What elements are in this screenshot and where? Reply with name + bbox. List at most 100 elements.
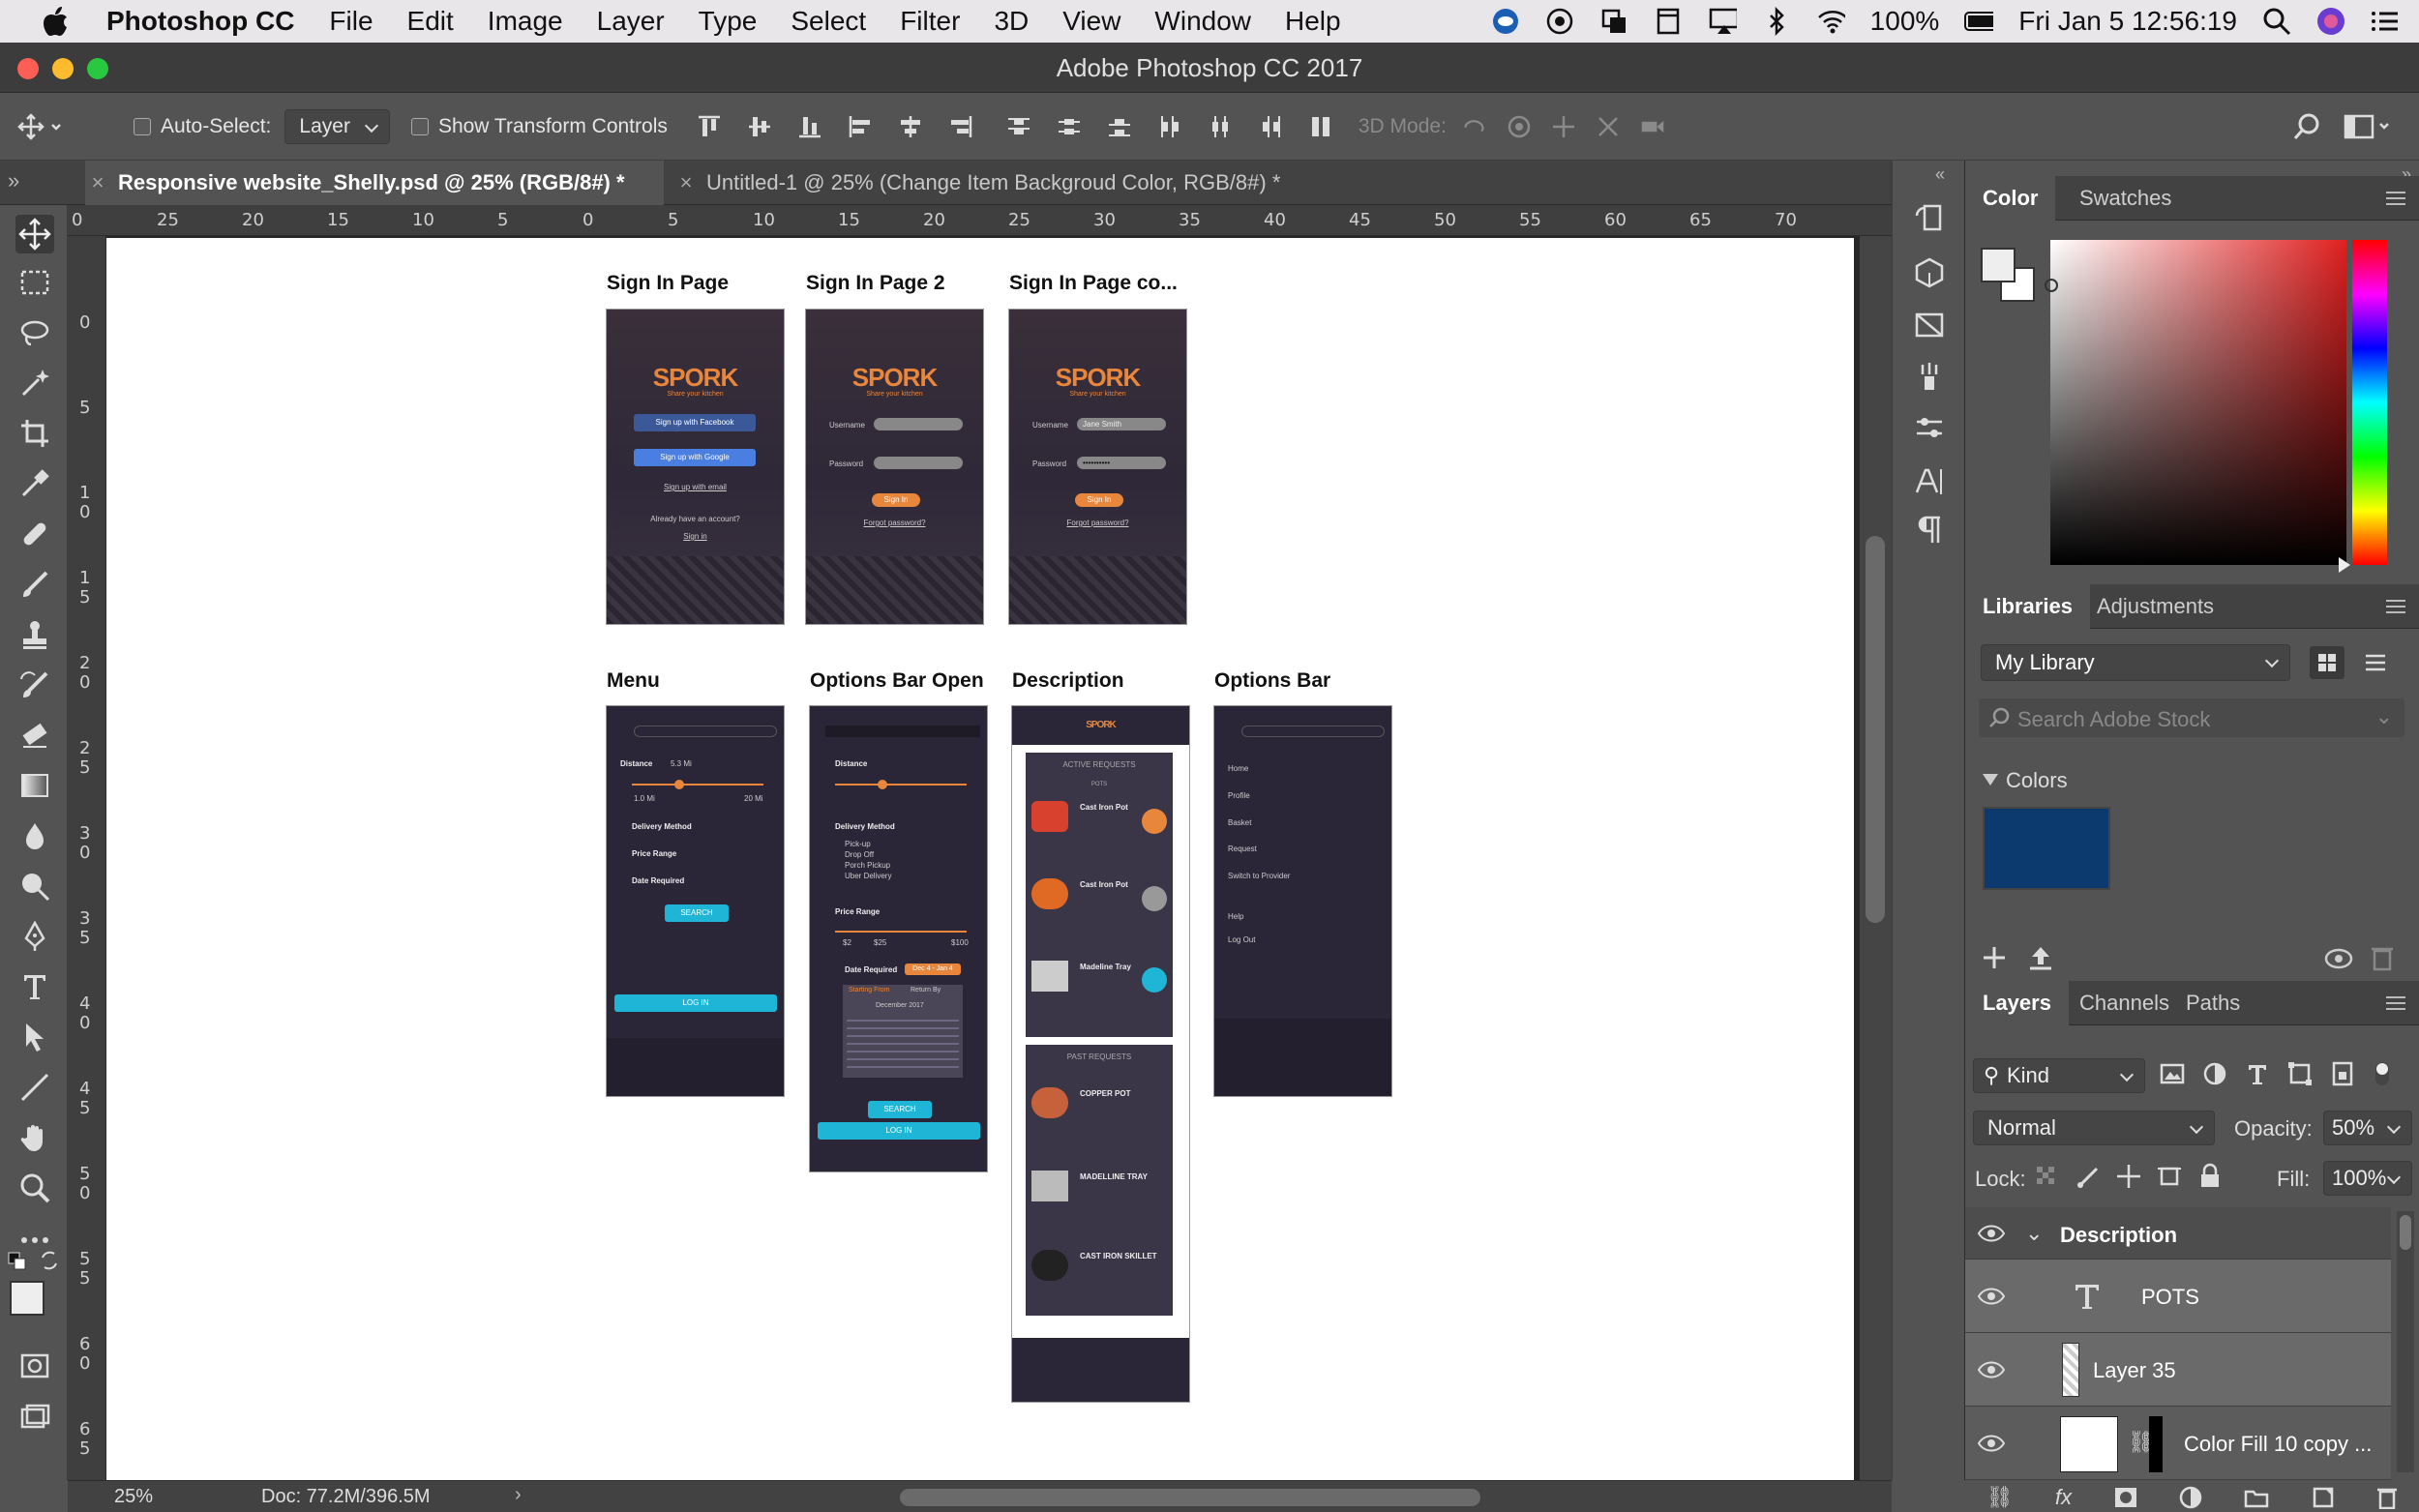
lock-artboard-icon[interactable] — [2157, 1163, 2182, 1190]
lasso-tool-icon[interactable] — [15, 313, 54, 352]
panel-menu-icon[interactable] — [2386, 996, 2405, 1010]
gradient-tool-icon[interactable] — [15, 766, 54, 805]
visibility-eye-icon[interactable] — [1977, 1360, 2006, 1379]
layer-pots[interactable]: POTS — [1965, 1260, 2391, 1333]
creative-cloud-icon[interactable] — [1491, 7, 1520, 36]
tab-paths[interactable]: Paths — [2168, 981, 2257, 1025]
dodge-tool-icon[interactable] — [15, 867, 54, 905]
brush-tool-icon[interactable] — [15, 565, 54, 604]
add-mask-icon[interactable] — [2114, 1487, 2137, 1508]
artboard-label-sign-in-co[interactable]: Sign In Page co... — [1009, 272, 1178, 295]
layer-color-fill-10-copy[interactable]: ⛓ Color Fill 10 copy ... — [1965, 1407, 2391, 1480]
fill-field[interactable]: 100% — [2323, 1161, 2412, 1196]
distribute-top-icon[interactable] — [1006, 114, 1031, 139]
menu-edit[interactable]: Edit — [407, 6, 454, 37]
eraser-tool-icon[interactable] — [15, 716, 54, 755]
visibility-eye-icon[interactable] — [1977, 1434, 2006, 1453]
menu-window[interactable]: Window — [1154, 6, 1251, 37]
artboard-options-bar-open[interactable]: Distance Delivery Method Pick-up Drop Of… — [809, 705, 988, 1172]
tab-adjustments[interactable]: Adjustments — [2079, 584, 2231, 629]
new-layer-icon[interactable] — [2312, 1486, 2335, 1509]
menu-layer[interactable]: Layer — [597, 6, 665, 37]
distribute-vcenter-icon[interactable] — [1057, 114, 1082, 139]
blur-tool-icon[interactable] — [15, 816, 54, 855]
layer-35[interactable]: Layer 35 — [1965, 1333, 2391, 1407]
lock-transparent-icon[interactable] — [2035, 1163, 2060, 1190]
visibility-eye-icon[interactable] — [1977, 1287, 2006, 1306]
artboard-label-options-bar-open[interactable]: Options Bar Open — [810, 669, 984, 693]
close-tab-icon[interactable]: × — [673, 161, 699, 205]
status-menu-icon[interactable]: › — [515, 1484, 522, 1506]
creative-cloud-sync-icon[interactable] — [2323, 944, 2354, 977]
document-canvas[interactable]: Sign In Page Sign In Page 2 Sign In Page… — [106, 238, 1854, 1480]
menu-3d[interactable]: 3D — [994, 6, 1029, 37]
distribute-bottom-icon[interactable] — [1107, 114, 1132, 139]
scroll-thumb[interactable] — [2400, 1215, 2411, 1250]
align-bottom-icon[interactable] — [797, 114, 822, 139]
align-hcenter-icon[interactable] — [898, 114, 923, 139]
pen-tool-icon[interactable] — [15, 917, 54, 956]
siri-icon[interactable] — [2316, 7, 2345, 36]
notification-center-icon[interactable] — [2371, 7, 2400, 36]
3d-panel-icon[interactable] — [1910, 253, 1949, 292]
distribute-hcenter-icon[interactable] — [1208, 114, 1233, 139]
color-picker-cursor[interactable] — [2045, 279, 2058, 292]
colors-section-heading[interactable]: Colors — [2006, 768, 2068, 793]
upload-icon[interactable] — [2027, 944, 2054, 977]
zoom-window-button[interactable] — [87, 58, 108, 79]
menu-help[interactable]: Help — [1285, 6, 1341, 37]
menu-file[interactable]: File — [329, 6, 373, 37]
type-filter-icon[interactable] — [2244, 1060, 2271, 1087]
pixel-filter-icon[interactable] — [2159, 1060, 2186, 1087]
distribute-right-icon[interactable] — [1258, 114, 1283, 139]
auto-select-dropdown[interactable]: Layer — [284, 108, 390, 144]
library-select[interactable]: My Library — [1981, 644, 2290, 681]
show-transform-checkbox[interactable]: Show Transform Controls — [410, 93, 668, 161]
adjustments-sliders-icon[interactable] — [1910, 408, 1949, 447]
quick-mask-icon[interactable] — [15, 1347, 54, 1385]
new-group-icon[interactable] — [2244, 1487, 2269, 1508]
tab-untitled-1[interactable]: × Untitled-1 @ 25% (Change Item Backgroud… — [673, 161, 1380, 205]
clock[interactable]: Fri Jan 5 12:56:19 — [2018, 6, 2237, 37]
menu-image[interactable]: Image — [488, 6, 563, 37]
shape-filter-icon[interactable] — [2286, 1060, 2314, 1087]
eyedropper-tool-icon[interactable] — [15, 464, 54, 503]
character-panel-icon[interactable] — [1910, 462, 1949, 501]
layer-style-icon[interactable]: fx — [2055, 1485, 2072, 1510]
chevron-down-icon[interactable]: ⌄ — [2375, 704, 2393, 729]
history-brush-tool-icon[interactable] — [15, 666, 54, 704]
color-fg-swatch[interactable] — [1981, 248, 2016, 282]
filter-toggle-icon[interactable] — [2372, 1060, 2393, 1087]
workspace-switcher-icon[interactable] — [2344, 112, 2392, 147]
healing-brush-tool-icon[interactable] — [15, 515, 54, 553]
artboard-label-options-bar[interactable]: Options Bar — [1214, 669, 1330, 693]
screen-mode-icon[interactable] — [15, 1397, 54, 1436]
align-left-icon[interactable] — [848, 114, 873, 139]
align-right-icon[interactable] — [948, 114, 973, 139]
artboard-options-bar[interactable]: Home Profile Basket Request Switch to Pr… — [1213, 705, 1392, 1097]
app-menu[interactable]: Photoshop CC — [106, 6, 294, 37]
history-panel-icon[interactable] — [1910, 199, 1949, 238]
collapse-toolbar-icon[interactable]: » — [8, 168, 19, 193]
apple-icon[interactable] — [37, 3, 74, 40]
swap-colors-icon[interactable] — [39, 1250, 60, 1277]
hue-slider[interactable] — [2352, 240, 2387, 565]
add-content-icon[interactable] — [1981, 944, 2008, 977]
grid-view-icon[interactable] — [2310, 646, 2344, 679]
color-picker-field[interactable] — [2045, 240, 2346, 565]
spotlight-search-icon[interactable] — [2262, 7, 2291, 36]
horizontal-ruler[interactable]: 0 25 20 15 10 5 0 5 10 15 20 25 30 35 40 45 50 55 60 65 70 — [68, 205, 1892, 236]
menu-type[interactable]: Type — [699, 6, 758, 37]
layers-scrollbar[interactable] — [2397, 1211, 2414, 1472]
bluetooth-icon[interactable] — [1762, 7, 1791, 36]
artboard-sign-in-copy[interactable]: SPORK Share your kitchen Username Jane S… — [1008, 309, 1187, 625]
close-tab-icon[interactable]: × — [85, 161, 110, 205]
vertical-scrollbar[interactable] — [1860, 236, 1892, 1480]
stock-search-field[interactable]: Search Adobe Stock ⌄ — [1979, 698, 2404, 737]
auto-select-checkbox[interactable]: Auto-Select: — [77, 93, 271, 161]
battery-icon[interactable] — [1964, 7, 1994, 36]
3d-rotate-icon[interactable] — [1462, 114, 1487, 139]
disclosure-triangle-icon[interactable] — [1983, 774, 1998, 786]
line-tool-icon[interactable] — [15, 1068, 54, 1107]
artboard-sign-in[interactable]: SPORK Share your kitchen Sign up with Fa… — [606, 309, 785, 625]
